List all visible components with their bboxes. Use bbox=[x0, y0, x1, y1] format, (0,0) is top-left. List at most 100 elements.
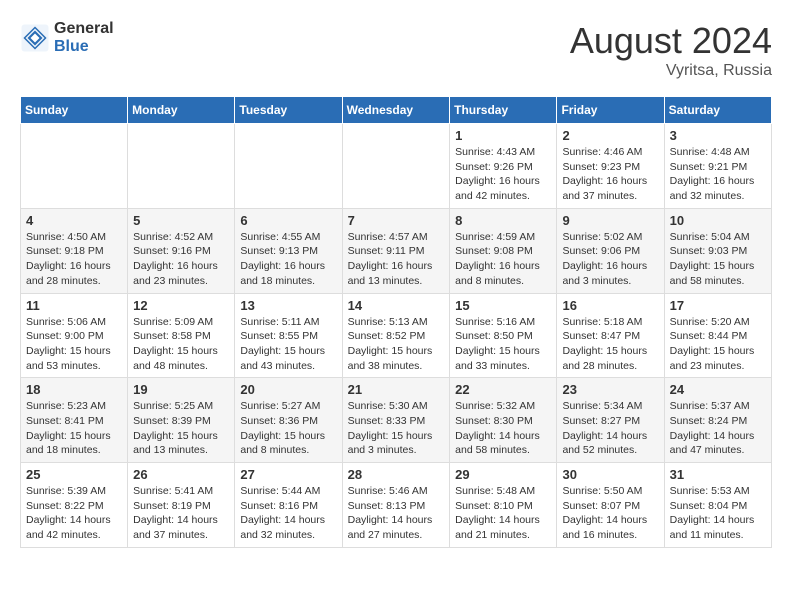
day-number: 12 bbox=[133, 298, 229, 313]
day-number: 13 bbox=[240, 298, 336, 313]
day-info: Sunrise: 5:44 AM Sunset: 8:16 PM Dayligh… bbox=[240, 484, 336, 543]
column-headers: SundayMondayTuesdayWednesdayThursdayFrid… bbox=[21, 97, 772, 124]
day-info: Sunrise: 5:27 AM Sunset: 8:36 PM Dayligh… bbox=[240, 399, 336, 458]
calendar-cell: 26 Sunrise: 5:41 AM Sunset: 8:19 PM Dayli… bbox=[128, 463, 235, 548]
day-number: 19 bbox=[133, 382, 229, 397]
calendar-cell: 16 Sunrise: 5:18 AM Sunset: 8:47 PM Dayli… bbox=[557, 293, 664, 378]
day-number: 18 bbox=[26, 382, 122, 397]
logo-icon bbox=[20, 23, 50, 53]
calendar-cell: 1Sunrise: 4:43 AM Sunset: 9:26 PM Daylig… bbox=[450, 124, 557, 209]
calendar-cell: 13 Sunrise: 5:11 AM Sunset: 8:55 PM Dayli… bbox=[235, 293, 342, 378]
week-row-4: 18 Sunrise: 5:23 AM Sunset: 8:41 PM Dayli… bbox=[21, 378, 772, 463]
day-number: 23 bbox=[562, 382, 658, 397]
day-number: 8 bbox=[455, 213, 551, 228]
day-number: 17 bbox=[670, 298, 766, 313]
calendar-cell: 28Sunrise: 5:46 AM Sunset: 8:13 PM Dayli… bbox=[342, 463, 450, 548]
calendar-cell: 11 Sunrise: 5:06 AM Sunset: 9:00 PM Dayli… bbox=[21, 293, 128, 378]
calendar-cell: 29 Sunrise: 5:48 AM Sunset: 8:10 PM Dayli… bbox=[450, 463, 557, 548]
day-info: Sunrise: 4:59 AM Sunset: 9:08 PM Dayligh… bbox=[455, 230, 551, 289]
week-row-5: 25 Sunrise: 5:39 AM Sunset: 8:22 PM Dayli… bbox=[21, 463, 772, 548]
calendar-cell: 9Sunrise: 5:02 AM Sunset: 9:06 PM Daylig… bbox=[557, 208, 664, 293]
day-info: Sunrise: 5:13 AM Sunset: 8:52 PM Dayligh… bbox=[348, 315, 445, 374]
day-number: 27 bbox=[240, 467, 336, 482]
calendar-cell: 20Sunrise: 5:27 AM Sunset: 8:36 PM Dayli… bbox=[235, 378, 342, 463]
col-header-thursday: Thursday bbox=[450, 97, 557, 124]
col-header-tuesday: Tuesday bbox=[235, 97, 342, 124]
day-number: 28 bbox=[348, 467, 445, 482]
calendar-cell: 12Sunrise: 5:09 AM Sunset: 8:58 PM Dayli… bbox=[128, 293, 235, 378]
day-info: Sunrise: 5:25 AM Sunset: 8:39 PM Dayligh… bbox=[133, 399, 229, 458]
day-info: Sunrise: 4:43 AM Sunset: 9:26 PM Dayligh… bbox=[455, 145, 551, 204]
calendar-cell bbox=[235, 124, 342, 209]
logo-general: General bbox=[54, 20, 114, 38]
day-info: Sunrise: 5:53 AM Sunset: 8:04 PM Dayligh… bbox=[670, 484, 766, 543]
col-header-wednesday: Wednesday bbox=[342, 97, 450, 124]
day-info: Sunrise: 5:11 AM Sunset: 8:55 PM Dayligh… bbox=[240, 315, 336, 374]
day-info: Sunrise: 4:46 AM Sunset: 9:23 PM Dayligh… bbox=[562, 145, 658, 204]
calendar-cell bbox=[21, 124, 128, 209]
week-row-1: 1Sunrise: 4:43 AM Sunset: 9:26 PM Daylig… bbox=[21, 124, 772, 209]
logo-blue: Blue bbox=[54, 38, 114, 56]
day-info: Sunrise: 5:32 AM Sunset: 8:30 PM Dayligh… bbox=[455, 399, 551, 458]
calendar-cell: 7Sunrise: 4:57 AM Sunset: 9:11 PM Daylig… bbox=[342, 208, 450, 293]
day-number: 31 bbox=[670, 467, 766, 482]
day-info: Sunrise: 5:06 AM Sunset: 9:00 PM Dayligh… bbox=[26, 315, 122, 374]
day-number: 25 bbox=[26, 467, 122, 482]
calendar-table: SundayMondayTuesdayWednesdayThursdayFrid… bbox=[20, 96, 772, 548]
calendar-cell: 27 Sunrise: 5:44 AM Sunset: 8:16 PM Dayli… bbox=[235, 463, 342, 548]
day-number: 6 bbox=[240, 213, 336, 228]
calendar-cell: 21Sunrise: 5:30 AM Sunset: 8:33 PM Dayli… bbox=[342, 378, 450, 463]
week-row-3: 11 Sunrise: 5:06 AM Sunset: 9:00 PM Dayli… bbox=[21, 293, 772, 378]
calendar-cell: 4 Sunrise: 4:50 AM Sunset: 9:18 PM Daylig… bbox=[21, 208, 128, 293]
day-info: Sunrise: 5:02 AM Sunset: 9:06 PM Dayligh… bbox=[562, 230, 658, 289]
day-info: Sunrise: 4:50 AM Sunset: 9:18 PM Dayligh… bbox=[26, 230, 122, 289]
day-number: 30 bbox=[562, 467, 658, 482]
calendar-cell: 15Sunrise: 5:16 AM Sunset: 8:50 PM Dayli… bbox=[450, 293, 557, 378]
page-header: General Blue August 2024 Vyritsa, Russia bbox=[20, 20, 772, 80]
calendar-cell bbox=[128, 124, 235, 209]
day-info: Sunrise: 5:48 AM Sunset: 8:10 PM Dayligh… bbox=[455, 484, 551, 543]
calendar-cell: 3Sunrise: 4:48 AM Sunset: 9:21 PM Daylig… bbox=[664, 124, 771, 209]
calendar-cell bbox=[342, 124, 450, 209]
day-number: 2 bbox=[562, 128, 658, 143]
day-info: Sunrise: 5:39 AM Sunset: 8:22 PM Dayligh… bbox=[26, 484, 122, 543]
day-info: Sunrise: 4:52 AM Sunset: 9:16 PM Dayligh… bbox=[133, 230, 229, 289]
calendar-cell: 25 Sunrise: 5:39 AM Sunset: 8:22 PM Dayli… bbox=[21, 463, 128, 548]
calendar-cell: 10Sunrise: 5:04 AM Sunset: 9:03 PM Dayli… bbox=[664, 208, 771, 293]
day-info: Sunrise: 5:41 AM Sunset: 8:19 PM Dayligh… bbox=[133, 484, 229, 543]
calendar-cell: 31 Sunrise: 5:53 AM Sunset: 8:04 PM Dayli… bbox=[664, 463, 771, 548]
col-header-friday: Friday bbox=[557, 97, 664, 124]
day-info: Sunrise: 5:18 AM Sunset: 8:47 PM Dayligh… bbox=[562, 315, 658, 374]
logo: General Blue bbox=[20, 20, 114, 55]
week-row-2: 4 Sunrise: 4:50 AM Sunset: 9:18 PM Daylig… bbox=[21, 208, 772, 293]
day-number: 4 bbox=[26, 213, 122, 228]
day-info: Sunrise: 5:50 AM Sunset: 8:07 PM Dayligh… bbox=[562, 484, 658, 543]
day-info: Sunrise: 5:23 AM Sunset: 8:41 PM Dayligh… bbox=[26, 399, 122, 458]
calendar-cell: 23 Sunrise: 5:34 AM Sunset: 8:27 PM Dayli… bbox=[557, 378, 664, 463]
col-header-sunday: Sunday bbox=[21, 97, 128, 124]
day-info: Sunrise: 4:48 AM Sunset: 9:21 PM Dayligh… bbox=[670, 145, 766, 204]
title-block: August 2024 Vyritsa, Russia bbox=[570, 20, 772, 80]
day-number: 29 bbox=[455, 467, 551, 482]
day-info: Sunrise: 5:16 AM Sunset: 8:50 PM Dayligh… bbox=[455, 315, 551, 374]
day-number: 14 bbox=[348, 298, 445, 313]
day-number: 16 bbox=[562, 298, 658, 313]
location: Vyritsa, Russia bbox=[570, 62, 772, 80]
col-header-monday: Monday bbox=[128, 97, 235, 124]
logo-text: General Blue bbox=[54, 20, 114, 55]
day-info: Sunrise: 5:37 AM Sunset: 8:24 PM Dayligh… bbox=[670, 399, 766, 458]
calendar-cell: 18 Sunrise: 5:23 AM Sunset: 8:41 PM Dayli… bbox=[21, 378, 128, 463]
day-number: 26 bbox=[133, 467, 229, 482]
day-number: 7 bbox=[348, 213, 445, 228]
day-number: 10 bbox=[670, 213, 766, 228]
day-info: Sunrise: 5:30 AM Sunset: 8:33 PM Dayligh… bbox=[348, 399, 445, 458]
day-number: 24 bbox=[670, 382, 766, 397]
calendar-cell: 30 Sunrise: 5:50 AM Sunset: 8:07 PM Dayli… bbox=[557, 463, 664, 548]
calendar-cell: 24 Sunrise: 5:37 AM Sunset: 8:24 PM Dayli… bbox=[664, 378, 771, 463]
calendar-cell: 22Sunrise: 5:32 AM Sunset: 8:30 PM Dayli… bbox=[450, 378, 557, 463]
day-number: 11 bbox=[26, 298, 122, 313]
calendar-cell: 6Sunrise: 4:55 AM Sunset: 9:13 PM Daylig… bbox=[235, 208, 342, 293]
col-header-saturday: Saturday bbox=[664, 97, 771, 124]
day-info: Sunrise: 5:34 AM Sunset: 8:27 PM Dayligh… bbox=[562, 399, 658, 458]
calendar-cell: 19 Sunrise: 5:25 AM Sunset: 8:39 PM Dayli… bbox=[128, 378, 235, 463]
